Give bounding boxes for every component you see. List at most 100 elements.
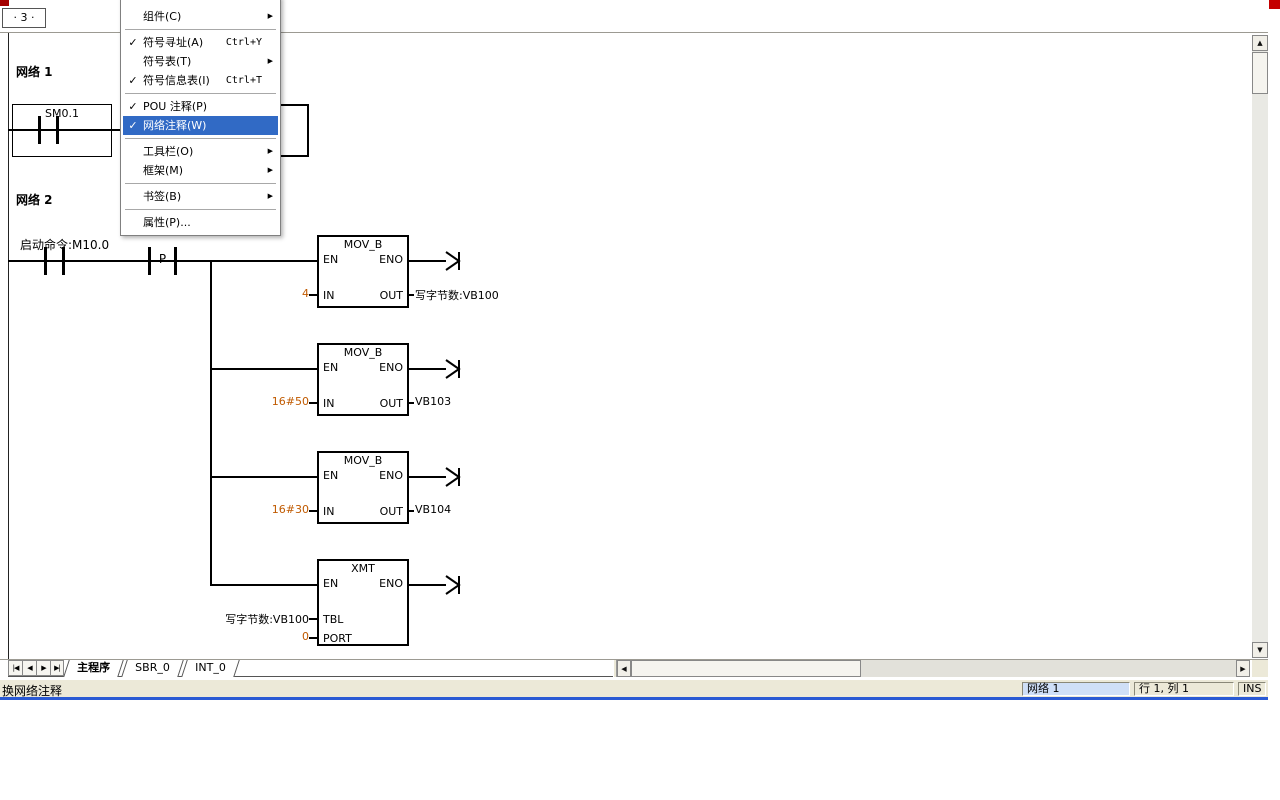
menu-item[interactable]: ✓符号信息表(I)Ctrl+T (123, 71, 278, 90)
energy-flow-arrow-icon (445, 249, 465, 273)
status-position-panel: 行 1, 列 1 (1134, 682, 1234, 696)
function-block[interactable]: MOV_BENENOINOUT (317, 451, 409, 524)
status-bar: 换网络注释 网络 1 行 1, 列 1 INS (0, 679, 1268, 697)
scrollbar-corner (1252, 660, 1268, 677)
wire (409, 368, 446, 370)
contact-bar-icon (44, 247, 47, 275)
pou-tab[interactable]: SBR_0 (121, 660, 183, 677)
view-menu: 组件(C)▶✓符号寻址(A)Ctrl+Y符号表(T)▶✓符号信息表(I)Ctrl… (120, 0, 281, 236)
menu-separator (125, 209, 276, 210)
menu-item[interactable]: 框架(M)▶ (123, 161, 278, 180)
scroll-right-button[interactable]: ▶ (1236, 660, 1250, 677)
menu-separator (125, 29, 276, 30)
vertical-scroll-thumb[interactable] (1252, 52, 1268, 94)
menu-item-label: 符号表(T) (143, 52, 278, 71)
energy-flow-arrow-icon (445, 465, 465, 489)
operand-value[interactable]: 写字节数:VB100 (415, 287, 499, 303)
vertical-scrollbar[interactable]: ▲ ▼ (1252, 35, 1268, 658)
menu-item[interactable]: 工具栏(O)▶ (123, 142, 278, 161)
wire (210, 260, 317, 262)
contact-operand[interactable]: SM0.1 (12, 107, 112, 120)
pin-en: EN (323, 469, 338, 482)
pou-tab[interactable]: 主程序 (63, 660, 124, 677)
scroll-up-button[interactable]: ▲ (1252, 35, 1268, 51)
network2-label: 网络 2 (16, 191, 53, 208)
pou-tab-label: 主程序 (77, 660, 110, 676)
wire (210, 260, 212, 586)
scroll-down-button[interactable]: ▼ (1252, 642, 1268, 658)
wire (8, 260, 212, 262)
operand-value[interactable]: VB103 (415, 395, 451, 408)
energy-flow-arrow-icon (445, 357, 465, 381)
tab-first-button[interactable]: |◀ (8, 660, 22, 676)
pin-output: OUT (380, 505, 403, 518)
operand-value[interactable]: 写字节数:VB100 (149, 611, 309, 627)
pin-en: EN (323, 253, 338, 266)
menu-item[interactable]: 属性(P)... (123, 213, 278, 232)
pin-eno: ENO (379, 253, 403, 266)
menu-item[interactable]: 书签(B)▶ (123, 187, 278, 206)
pou-tab-label: INT_0 (195, 660, 226, 676)
operand-value[interactable]: VB104 (415, 503, 451, 516)
pin-input: PORT (323, 632, 352, 645)
wire (409, 510, 414, 512)
pin-eno: ENO (379, 577, 403, 590)
energy-flow-arrow-icon (445, 573, 465, 597)
function-block[interactable]: MOV_BENENOINOUT (317, 235, 409, 308)
block-title: MOV_B (319, 346, 407, 359)
menu-item[interactable]: ✓网络注释(W) (123, 116, 278, 135)
operand-value[interactable]: 0 (149, 630, 309, 643)
submenu-arrow-icon: ▶ (268, 52, 273, 71)
contact-bar-icon (62, 247, 65, 275)
horizontal-scrollbar[interactable]: ◀ ▶ (617, 660, 1250, 677)
function-block[interactable]: XMT EN ENO TBL PORT (317, 559, 409, 646)
pin-output: OUT (380, 397, 403, 410)
checkmark-icon: ✓ (123, 97, 143, 116)
contact-bar-icon (56, 116, 59, 144)
menu-shortcut: Ctrl+Y (226, 33, 262, 52)
pin-en: EN (323, 577, 338, 590)
pin-input: TBL (323, 613, 343, 626)
tab-next-button[interactable]: ▶ (36, 660, 50, 676)
menu-item[interactable]: 符号表(T)▶ (123, 52, 278, 71)
tab-last-button[interactable]: ▶| (50, 660, 64, 676)
operand-value[interactable]: 4 (149, 287, 309, 300)
wire (309, 510, 317, 512)
pou-tab[interactable]: INT_0 (181, 660, 239, 677)
menu-item-label: 书签(B) (143, 187, 278, 206)
operand-value[interactable]: 16#30 (149, 503, 309, 516)
network1-label: 网络 1 (16, 63, 53, 80)
menu-separator (125, 93, 276, 94)
wire (210, 368, 317, 370)
menu-shortcut: Ctrl+T (226, 71, 262, 90)
menu-item[interactable]: ✓符号寻址(A)Ctrl+Y (123, 33, 278, 52)
tab-bar: |◀◀▶▶| 主程序SBR_0INT_0 ◀ ▶ (0, 660, 1268, 678)
wire (409, 260, 446, 262)
block-title: MOV_B (319, 238, 407, 251)
menu-item[interactable]: ✓POU 注释(P) (123, 97, 278, 116)
pin-output: OUT (380, 289, 403, 302)
function-block[interactable]: MOV_BENENOINOUT (317, 343, 409, 416)
window-bottom-border (0, 697, 1268, 700)
wire (409, 584, 446, 586)
wire (309, 402, 317, 404)
operand-value[interactable]: 16#50 (149, 395, 309, 408)
checkmark-icon: ✓ (123, 71, 143, 90)
pulse-contact-label[interactable]: P (151, 252, 174, 266)
horizontal-scroll-thumb[interactable] (631, 660, 861, 677)
window-fragment-topright (1269, 0, 1280, 9)
submenu-arrow-icon: ▶ (268, 7, 273, 26)
menu-item[interactable]: 组件(C)▶ (123, 7, 278, 26)
wire (210, 584, 317, 586)
block-title: XMT (319, 562, 407, 575)
wire (210, 476, 317, 478)
pin-input: IN (323, 505, 334, 518)
menu-item-label: 框架(M) (143, 161, 278, 180)
scroll-left-button[interactable]: ◀ (617, 660, 631, 677)
tab-prev-button[interactable]: ◀ (22, 660, 36, 676)
pin-en: EN (323, 361, 338, 374)
wire (309, 294, 317, 296)
pin-eno: ENO (379, 361, 403, 374)
checkmark-icon: ✓ (123, 116, 143, 135)
tab-strip: 主程序 SBR_0 INT_0 (66, 660, 239, 677)
